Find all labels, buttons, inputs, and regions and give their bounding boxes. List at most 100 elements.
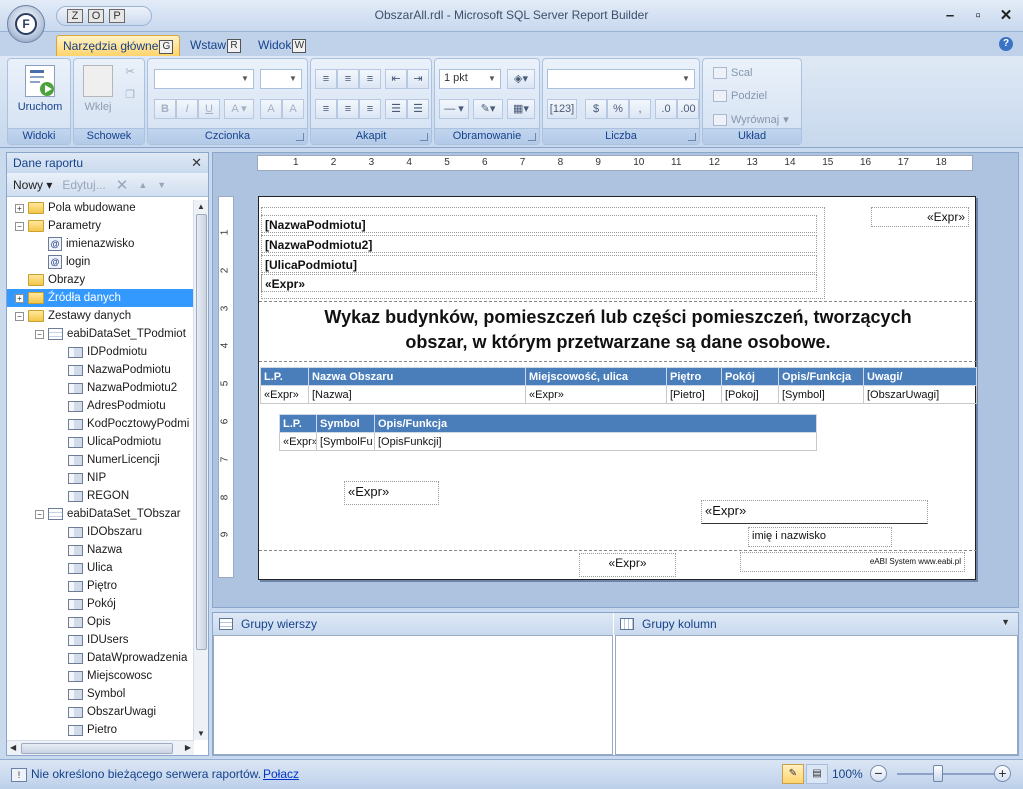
header-field-nazwa-podmiotu2[interactable]: [NazwaPodmiotu2] [261, 235, 817, 253]
collapse-icon[interactable]: − [35, 329, 44, 339]
decrease-decimal-button[interactable]: .00 [677, 99, 699, 119]
help-icon[interactable]: ? [999, 37, 1013, 51]
tree-item[interactable]: Opis [55, 613, 111, 631]
tree-item[interactable]: Obrazy [15, 271, 85, 289]
currency-button[interactable]: $ [585, 99, 607, 119]
collapse-icon[interactable]: − [35, 509, 44, 519]
tree-item[interactable]: @ login [35, 253, 90, 271]
merge-cells-button[interactable]: Scal [713, 67, 752, 79]
czcionka-dialog-launcher[interactable] [296, 133, 304, 141]
font-color-button[interactable]: A ▾ [224, 99, 254, 119]
shrink-font-button[interactable]: A [282, 99, 304, 119]
zoom-out-button[interactable]: − [870, 765, 887, 782]
sub-cell-symbol[interactable]: [SymbolFu [316, 432, 375, 451]
border-style-button[interactable]: — ▾ [439, 99, 469, 119]
top-right-expr[interactable]: «Expr» [871, 207, 969, 227]
tree-horizontal-thumb[interactable] [21, 743, 173, 754]
tree-item[interactable]: Pietro [55, 721, 117, 739]
column-groups-list[interactable] [615, 635, 1018, 755]
move-down-icon[interactable]: ▼ [157, 180, 166, 190]
border-color-button[interactable]: ✎▾ [473, 99, 503, 119]
expr-left-textbox[interactable]: «Expr» [344, 481, 439, 505]
tree-item[interactable]: UlicaPodmiotu [55, 433, 161, 451]
liczba-dialog-launcher[interactable] [688, 133, 696, 141]
sub-header-lp[interactable]: L.P. [279, 414, 317, 433]
split-cells-button[interactable]: Podziel [713, 90, 767, 102]
zoom-slider-track[interactable] [897, 773, 995, 775]
sub-cell-lp[interactable]: «Expr» [279, 432, 317, 451]
main-cell-lp[interactable]: «Expr» [260, 385, 309, 404]
italic-button[interactable]: I [176, 99, 198, 119]
tab-insert[interactable]: Wstaw R [184, 35, 247, 56]
zoom-slider-thumb[interactable] [933, 765, 943, 782]
tree-item[interactable]: − eabiDataSet_TPodmiot [35, 325, 186, 343]
close-icon[interactable]: ✕ [191, 155, 202, 171]
sub-cell-opis[interactable]: [OpisFunkcji] [374, 432, 817, 451]
increase-indent-button[interactable]: ⇥ [407, 69, 429, 89]
expr-signature-textbox[interactable]: «Expr» [701, 500, 928, 524]
tree-item[interactable]: REGON [55, 487, 129, 505]
copy-icon[interactable]: ❐ [120, 86, 140, 106]
tree-item[interactable]: − Zestawy danych [15, 307, 131, 325]
sub-tablix[interactable]: L.P. Symbol Opis/Funkcja «Expr» [SymbolF… [279, 414, 817, 451]
new-dropdown-button[interactable]: Nowy ▾ [13, 178, 52, 192]
collapse-icon[interactable]: − [15, 311, 24, 321]
tree-vertical-thumb[interactable] [196, 214, 207, 650]
main-cell-pietro[interactable]: [Pietro] [666, 385, 722, 404]
tree-item[interactable]: Ulica [55, 559, 113, 577]
tree-item[interactable]: IDObszaru [55, 523, 142, 541]
main-cell-symbol[interactable]: [Symbol] [778, 385, 864, 404]
border-width-combo[interactable]: 1 pkt ▼ [439, 69, 501, 89]
tab-view[interactable]: Widok W [252, 35, 312, 56]
number-format-combo[interactable]: ▼ [547, 69, 695, 89]
tree-item[interactable]: − eabiDataSet_TObszar [35, 505, 181, 523]
grow-font-button[interactable]: A [260, 99, 282, 119]
tree-item[interactable]: IDUsers [55, 631, 129, 649]
align-left-button[interactable]: ≡ [315, 99, 337, 119]
akapit-dialog-launcher[interactable] [420, 133, 428, 141]
main-cell-miejscowosc[interactable]: «Expr» [525, 385, 667, 404]
main-cell-pokoj[interactable]: [Pokoj] [721, 385, 779, 404]
tree-item[interactable]: DataWprowadzenia [55, 649, 187, 667]
application-menu-button[interactable]: F [7, 5, 45, 43]
tree-vertical-scrollbar[interactable]: ▲ ▼ [193, 200, 208, 740]
underline-button[interactable]: U [198, 99, 220, 119]
align-bottom-button[interactable]: ≡ [359, 69, 381, 89]
align-top-button[interactable]: ≡ [315, 69, 337, 89]
tree-item[interactable]: + Źródła danych [7, 289, 193, 307]
font-size-combo[interactable]: ▼ [260, 69, 302, 89]
placeholder-styles-button[interactable]: [123] [547, 99, 577, 119]
align-center-button[interactable]: ≡ [337, 99, 359, 119]
chevron-down-icon[interactable]: ▼ [1001, 617, 1010, 627]
main-header-nazwa[interactable]: Nazwa Obszaru [308, 367, 526, 386]
tree-item[interactable]: Symbol [55, 685, 125, 703]
main-header-lp[interactable]: L.P. [260, 367, 309, 386]
tree-item[interactable]: Nazwa [55, 541, 122, 559]
sub-header-opis[interactable]: Opis/Funkcja [374, 414, 817, 433]
tree-item[interactable]: NumerLicencji [55, 451, 160, 469]
tree-item[interactable]: NIP [55, 469, 106, 487]
tree-item[interactable]: Piętro [55, 577, 117, 595]
fill-color-button[interactable]: ◈▾ [507, 69, 535, 89]
minimize-button[interactable]: – [941, 6, 959, 24]
main-header-pietro[interactable]: Piętro [666, 367, 722, 386]
main-header-pokoj[interactable]: Pokój [721, 367, 779, 386]
main-cell-nazwa[interactable]: [Nazwa] [308, 385, 526, 404]
main-tablix[interactable]: L.P. Nazwa Obszaru Miejscowość, ulica Pi… [260, 367, 977, 404]
header-field-ulica-podmiotu[interactable]: [UlicaPodmiotu] [261, 255, 817, 273]
sub-header-symbol[interactable]: Symbol [316, 414, 375, 433]
close-button[interactable]: ✕ [997, 6, 1015, 24]
report-title[interactable]: Wykaz budynków, pomieszczeń lub części p… [259, 305, 977, 355]
tree-item[interactable]: IDPodmiotu [55, 343, 147, 361]
tree-item[interactable]: − Parametry [15, 217, 101, 235]
header-field-nazwa-podmiotu[interactable]: [NazwaPodmiotu] [261, 215, 817, 233]
expand-icon[interactable]: + [15, 203, 24, 213]
zoom-in-button[interactable]: + [994, 765, 1011, 782]
header-field-expr[interactable]: «Expr» [261, 274, 817, 292]
tree-horizontal-scrollbar[interactable]: ◀ ▶ [7, 740, 194, 755]
tree-item[interactable]: ObszarUwagi [55, 703, 156, 721]
maximize-button[interactable]: ▫ [969, 6, 987, 24]
move-up-icon[interactable]: ▲ [138, 180, 147, 190]
tree-item[interactable]: AdresPodmiotu [55, 397, 166, 415]
align-middle-button[interactable]: ≡ [337, 69, 359, 89]
